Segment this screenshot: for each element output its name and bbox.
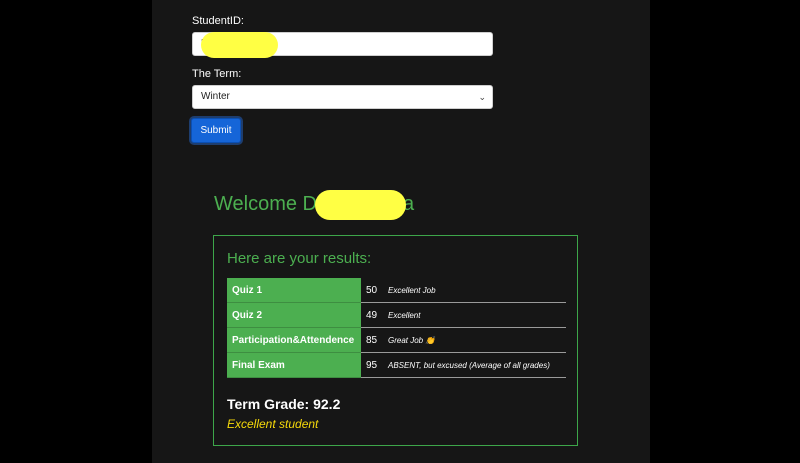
- redaction-mark: [315, 190, 406, 220]
- verdict-text: Excellent student: [227, 417, 319, 431]
- term-grade: Term Grade: 92.2: [227, 396, 340, 412]
- grade-score: 50: [366, 284, 378, 296]
- term-grade-value: 92.2: [313, 396, 341, 412]
- grade-score: 95: [366, 359, 378, 371]
- grade-name: Participation&Attendence: [227, 328, 361, 353]
- term-label: The Term:: [192, 68, 242, 80]
- term-select[interactable]: Winter ⌄: [192, 85, 493, 109]
- grade-comment: Excellent Job: [388, 285, 436, 295]
- results-box: Here are your results: Quiz 1 50 Excelle…: [213, 235, 578, 446]
- grade-name: Quiz 1: [227, 278, 361, 303]
- grade-score: 49: [366, 309, 378, 321]
- table-row: Quiz 2 49 Excellent: [227, 303, 566, 328]
- welcome-prefix: Welcome D: [214, 193, 317, 215]
- student-id-label: StudentID:: [192, 15, 244, 27]
- grade-comment: ABSENT, but excused (Average of all grad…: [388, 360, 550, 370]
- grades-table: Quiz 1 50 Excellent Job Quiz 2 49 Excell…: [227, 278, 566, 378]
- table-row: Participation&Attendence 85 Great Job 👏: [227, 328, 566, 353]
- redaction-mark: [201, 32, 278, 58]
- grade-comment: Excellent: [388, 310, 421, 320]
- grade-name: Quiz 2: [227, 303, 361, 328]
- table-row: Final Exam 95 ABSENT, but excused (Avera…: [227, 353, 566, 378]
- term-selected-value: Winter: [201, 91, 230, 102]
- grade-comment: Great Job 👏: [388, 335, 436, 345]
- grade-name: Final Exam: [227, 353, 361, 378]
- results-heading: Here are your results:: [227, 250, 372, 267]
- chevron-down-icon: ⌄: [478, 92, 486, 102]
- table-row: Quiz 1 50 Excellent Job: [227, 278, 566, 303]
- grade-score: 85: [366, 334, 378, 346]
- submit-button[interactable]: Submit: [191, 118, 241, 143]
- term-grade-label: Term Grade:: [227, 396, 310, 412]
